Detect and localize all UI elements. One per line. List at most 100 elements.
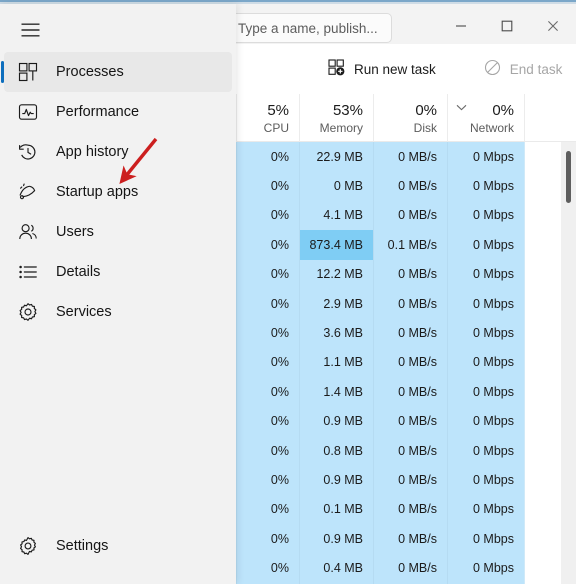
sidebar-item-processes[interactable]: Processes xyxy=(1,52,232,92)
sidebar-item-performance[interactable]: Performance xyxy=(4,92,232,132)
minimize-button[interactable] xyxy=(438,8,484,44)
column-header-cpu[interactable]: 5% CPU xyxy=(236,94,299,142)
column-cpu-label: CPU xyxy=(263,121,289,135)
column-cpu-value: 5% xyxy=(267,102,289,119)
cell-disk: 0 MB/s xyxy=(373,200,447,231)
cell-network: 0 Mbps xyxy=(447,230,524,260)
cell-network: 0 Mbps xyxy=(447,142,524,172)
sidebar-item-settings[interactable]: Settings xyxy=(4,526,232,566)
cell-disk: 0 MB/s xyxy=(373,377,447,407)
vertical-scrollbar[interactable] xyxy=(561,142,576,584)
cell-cpu: 0% xyxy=(236,200,299,231)
maximize-icon xyxy=(501,20,513,32)
cell-network: 0 Mbps xyxy=(447,171,524,201)
sidebar-item-label: Users xyxy=(56,224,94,240)
performance-icon xyxy=(18,102,50,122)
column-network-label: Network xyxy=(469,121,514,135)
sidebar-item-services[interactable]: Services xyxy=(4,292,232,332)
column-header-disk[interactable]: 0% Disk xyxy=(373,94,447,142)
run-new-task-button[interactable]: Run new task xyxy=(320,53,444,85)
maximize-button[interactable] xyxy=(484,8,530,44)
sidebar-item-app-history[interactable]: App history xyxy=(4,132,232,172)
sidebar-item-label: Performance xyxy=(56,104,140,120)
sidebar-nav-list: Processes Performance App history Startup a… xyxy=(0,52,236,332)
task-manager-window: Type a name, publish... Run new task End… xyxy=(0,0,576,584)
column-disk-value: 0% xyxy=(415,102,437,119)
sidebar-item-startup-apps[interactable]: Startup apps xyxy=(4,172,232,212)
column-disk-label: Disk xyxy=(413,121,437,135)
app-history-icon xyxy=(18,142,50,162)
cell-cpu: 0% xyxy=(236,524,299,554)
chevron-down-icon xyxy=(456,98,467,116)
cell-disk: 0.1 MB/s xyxy=(373,230,447,260)
cell-memory: 12.2 MB xyxy=(299,259,373,289)
end-task-icon xyxy=(484,59,501,79)
window-controls xyxy=(438,8,576,44)
cell-memory: 0 MB xyxy=(299,171,373,201)
column-header-filler xyxy=(524,94,576,141)
navigation-sidebar: Processes Performance App history Startup a… xyxy=(0,4,236,584)
cell-cpu: 0% xyxy=(236,494,299,525)
cell-cpu: 0% xyxy=(236,230,299,260)
cell-cpu: 0% xyxy=(236,435,299,466)
cell-memory: 3.6 MB xyxy=(299,318,373,348)
command-bar: Run new task End task ••• xyxy=(236,44,576,94)
sidebar-item-label: Processes xyxy=(56,64,124,80)
cell-network: 0 Mbps xyxy=(447,553,524,583)
cell-cpu: 0% xyxy=(236,347,299,378)
cell-memory: 22.9 MB xyxy=(299,142,373,172)
column-header-network[interactable]: 0% Network xyxy=(447,94,524,142)
sidebar-item-label: App history xyxy=(56,144,129,160)
scrollbar-thumb[interactable] xyxy=(566,151,571,203)
cell-memory: 0.4 MB xyxy=(299,553,373,583)
table-right-gutter xyxy=(525,142,576,584)
hamburger-menu-button[interactable] xyxy=(8,12,52,48)
startup-apps-icon xyxy=(18,182,50,202)
cell-cpu: 0% xyxy=(236,377,299,407)
cell-disk: 0 MB/s xyxy=(373,406,447,436)
cell-memory: 0.1 MB xyxy=(299,494,373,525)
cell-cpu: 0% xyxy=(236,171,299,201)
cell-memory: 0.8 MB xyxy=(299,435,373,466)
cell-cpu: 0% xyxy=(236,142,299,172)
cell-disk: 0 MB/s xyxy=(373,142,447,172)
cell-network: 0 Mbps xyxy=(447,259,524,289)
search-input[interactable]: Type a name, publish... xyxy=(224,13,392,43)
cell-memory: 1.1 MB xyxy=(299,347,373,378)
cell-memory: 2.9 MB xyxy=(299,288,373,319)
sidebar-item-details[interactable]: Details xyxy=(4,252,232,292)
sidebar-item-label-settings: Settings xyxy=(56,538,109,554)
services-icon xyxy=(18,302,50,322)
cell-disk: 0 MB/s xyxy=(373,494,447,525)
cell-disk: 0 MB/s xyxy=(373,553,447,583)
gear-icon xyxy=(18,536,50,556)
cell-network: 0 Mbps xyxy=(447,318,524,348)
cell-network: 0 Mbps xyxy=(447,377,524,407)
column-network-value: 0% xyxy=(492,102,514,119)
sidebar-settings-container: Settings xyxy=(0,526,236,566)
cell-disk: 0 MB/s xyxy=(373,347,447,378)
close-icon xyxy=(547,20,559,32)
sidebar-item-label: Startup apps xyxy=(56,184,139,200)
end-task-label: End task xyxy=(509,61,563,77)
users-icon xyxy=(18,222,50,242)
processes-icon xyxy=(18,62,50,82)
cell-cpu: 0% xyxy=(236,259,299,289)
cell-disk: 0 MB/s xyxy=(373,171,447,201)
cell-network: 0 Mbps xyxy=(447,435,524,466)
column-header-memory[interactable]: 53% Memory xyxy=(299,94,373,142)
cell-memory: 0.9 MB xyxy=(299,524,373,554)
cell-memory: 873.4 MB xyxy=(299,230,373,260)
table-column-headers: 5% CPU 53% Memory 0% Disk 0% Network xyxy=(236,94,576,142)
cell-network: 0 Mbps xyxy=(447,347,524,378)
sidebar-item-users[interactable]: Users xyxy=(4,212,232,252)
run-new-task-icon xyxy=(328,59,345,79)
search-placeholder: Type a name, publish... xyxy=(238,20,378,36)
cell-memory: 1.4 MB xyxy=(299,377,373,407)
hamburger-menu-icon xyxy=(21,23,40,37)
end-task-button[interactable]: End task xyxy=(476,53,571,85)
cell-disk: 0 MB/s xyxy=(373,465,447,495)
cell-network: 0 Mbps xyxy=(447,200,524,231)
close-button[interactable] xyxy=(530,8,576,44)
column-memory-label: Memory xyxy=(319,121,363,135)
